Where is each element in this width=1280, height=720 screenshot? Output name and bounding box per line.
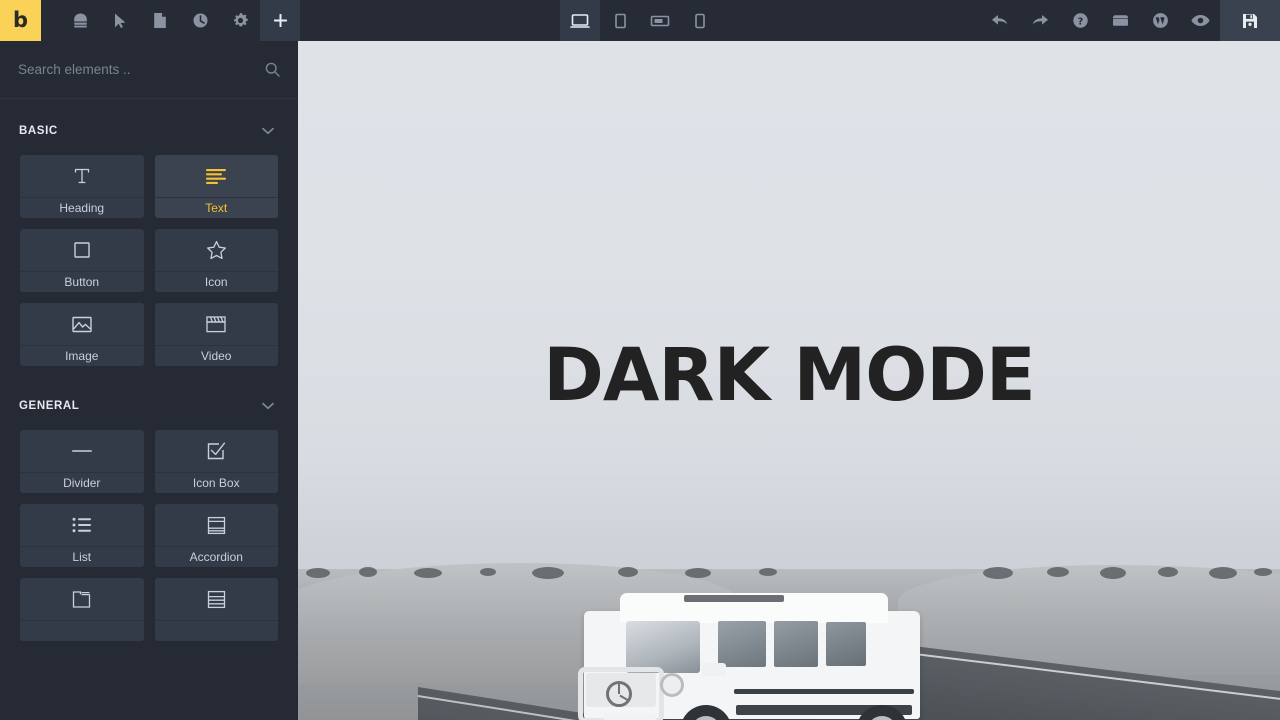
- accordion-icon: [155, 504, 279, 546]
- add-icon[interactable]: [260, 0, 300, 41]
- search-row: [0, 41, 298, 99]
- element-tile-label: Icon: [154, 271, 278, 292]
- text-paragraph-icon: [155, 155, 279, 197]
- top-toolbar: b ?: [0, 0, 1280, 41]
- element-tile-label: Button: [20, 271, 144, 292]
- tablet-landscape-icon[interactable]: [640, 0, 680, 41]
- svg-text:?: ?: [1077, 16, 1083, 27]
- element-tile-button[interactable]: Button: [20, 229, 144, 292]
- redo-icon[interactable]: [1020, 0, 1060, 41]
- table-icon: [155, 578, 279, 620]
- element-tile-label: [154, 620, 278, 641]
- folder-icon[interactable]: [1100, 0, 1140, 41]
- element-tile-label: Text: [154, 197, 278, 218]
- brizy-logo[interactable]: b: [0, 0, 41, 41]
- star-icon: [155, 229, 279, 271]
- element-tile-accordion[interactable]: Accordion: [154, 504, 279, 567]
- history-icon[interactable]: [180, 0, 220, 41]
- elements-panel[interactable]: BASIC Heading Text Button Icon Image Vid…: [0, 99, 298, 720]
- blocks-icon[interactable]: [60, 0, 100, 41]
- element-tile-label: Accordion: [154, 546, 278, 567]
- element-tile-heading[interactable]: Heading: [20, 155, 144, 218]
- toolbar-right-group: ?: [980, 0, 1280, 41]
- search-icon[interactable]: [265, 62, 280, 77]
- button-square-icon: [20, 229, 144, 271]
- element-tile-label: [20, 620, 144, 641]
- element-tile-table[interactable]: [154, 578, 279, 641]
- section-title: BASIC: [19, 125, 58, 137]
- element-tile-label: Image: [20, 345, 144, 366]
- video-clapper-icon: [155, 303, 279, 345]
- element-tile-tabs[interactable]: [20, 578, 144, 641]
- hero-background-photo: [298, 41, 1280, 720]
- element-tile-label: Heading: [20, 197, 144, 218]
- page-icon[interactable]: [140, 0, 180, 41]
- element-tile-video[interactable]: Video: [154, 303, 279, 366]
- toolbar-left-group: [60, 0, 300, 41]
- gear-icon[interactable]: [220, 0, 260, 41]
- editor-canvas[interactable]: DARK MODE: [298, 41, 1280, 720]
- element-grid-general: Divider Icon Box List Accordion: [0, 430, 298, 641]
- elements-sidebar: BASIC Heading: [0, 41, 298, 720]
- save-icon[interactable]: [1220, 0, 1280, 41]
- search-input[interactable]: [18, 62, 265, 77]
- element-tile-divider[interactable]: Divider: [20, 430, 144, 493]
- element-tile-label: Video: [154, 345, 278, 366]
- breakpoint-switcher: [560, 0, 720, 41]
- cursor-icon[interactable]: [100, 0, 140, 41]
- horizon-vegetation: [306, 567, 1272, 579]
- element-tile-icon-box[interactable]: Icon Box: [154, 430, 279, 493]
- tablet-portrait-icon[interactable]: [600, 0, 640, 41]
- element-grid-basic: Heading Text Button Icon Image Video: [0, 155, 298, 366]
- help-icon[interactable]: ?: [1060, 0, 1100, 41]
- preview-icon[interactable]: [1180, 0, 1220, 41]
- checkbox-icon: [155, 430, 279, 472]
- element-tile-label: Divider: [20, 472, 144, 493]
- chevron-down-icon[interactable]: [262, 402, 274, 410]
- section-title: GENERAL: [19, 400, 80, 412]
- element-tile-image[interactable]: Image: [20, 303, 144, 366]
- element-tile-text[interactable]: Text: [154, 155, 279, 218]
- suv-vehicle: [578, 577, 944, 720]
- element-tile-list[interactable]: List: [20, 504, 144, 567]
- list-icon: [20, 504, 144, 546]
- divider-line-icon: [20, 430, 144, 472]
- element-tile-label: List: [20, 546, 144, 567]
- wordpress-icon[interactable]: [1140, 0, 1180, 41]
- tabs-icon: [20, 578, 144, 620]
- section-header-general[interactable]: GENERAL: [0, 366, 298, 430]
- text-heading-icon: [20, 155, 144, 197]
- undo-icon[interactable]: [980, 0, 1020, 41]
- section-header-basic[interactable]: BASIC: [0, 99, 298, 155]
- element-tile-icon[interactable]: Icon: [154, 229, 279, 292]
- chevron-down-icon[interactable]: [262, 127, 274, 135]
- desktop-icon[interactable]: [560, 0, 600, 41]
- mobile-icon[interactable]: [680, 0, 720, 41]
- element-tile-label: Icon Box: [154, 472, 278, 493]
- image-icon: [20, 303, 144, 345]
